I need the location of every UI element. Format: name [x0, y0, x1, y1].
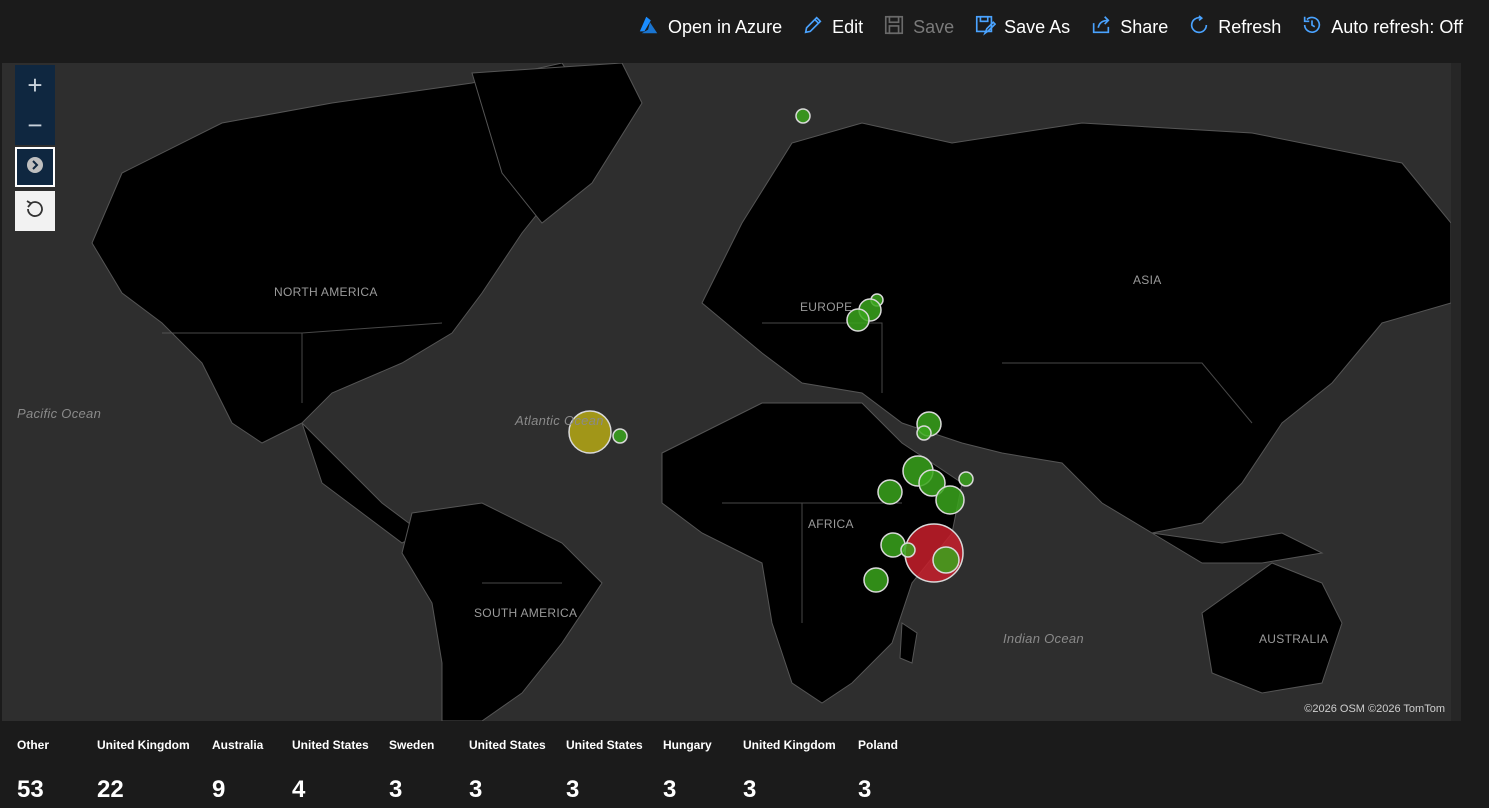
share-icon: [1090, 14, 1112, 41]
pencil-icon: [802, 14, 824, 41]
map[interactable]: NORTH AMERICA EUROPE ASIA AFRICA SOUTH A…: [2, 63, 1451, 721]
tile-value: 22: [97, 776, 124, 803]
zoom-in-button[interactable]: +: [15, 65, 55, 105]
open-in-azure-button[interactable]: Open in Azure: [628, 0, 792, 54]
edit-label: Edit: [832, 16, 864, 37]
rotate-reset-icon: [23, 197, 47, 226]
auto-refresh-label: Auto refresh: Off: [1331, 16, 1463, 37]
map-bubble[interactable]: [863, 567, 889, 593]
reset-view-button[interactable]: [15, 191, 55, 231]
open-in-azure-label: Open in Azure: [668, 16, 783, 37]
refresh-icon: [1188, 14, 1210, 41]
australia-landmass: [1201, 562, 1343, 694]
tile-label: Other: [17, 738, 50, 752]
edit-button[interactable]: Edit: [792, 0, 873, 54]
history-icon: [1301, 14, 1323, 41]
map-bubble[interactable]: [900, 542, 916, 558]
tile-value: 3: [469, 776, 483, 803]
tile-value: 4: [292, 776, 306, 803]
tile-label: United Kingdom: [97, 738, 190, 752]
tile-value: 3: [743, 776, 757, 803]
map-label-asia: ASIA: [1133, 273, 1162, 287]
auto-refresh-button[interactable]: Auto refresh: Off: [1291, 0, 1473, 54]
map-label-atlantic: Atlantic Ocean: [515, 413, 604, 428]
tile-label: Poland: [858, 738, 899, 752]
map-style-button[interactable]: [15, 147, 55, 187]
map-bubble[interactable]: [932, 546, 960, 574]
tile-label: United Kingdom: [743, 738, 836, 752]
plus-icon: +: [27, 69, 43, 100]
madagascar-landmass: [899, 622, 918, 664]
tile-value: 3: [858, 776, 872, 803]
map-scrollbar[interactable]: [1451, 63, 1461, 721]
save-label: Save: [913, 16, 955, 37]
share-label: Share: [1120, 16, 1169, 37]
tile-value: 3: [663, 776, 677, 803]
world-map-canvas[interactable]: [2, 63, 1451, 721]
tile-label: United States: [566, 738, 643, 752]
map-bubble[interactable]: [612, 428, 628, 444]
tile-label: United States: [292, 738, 369, 752]
toolbar: Open in Azure Edit Save Save As Share Re…: [628, 0, 1489, 54]
map-label-south-america: SOUTH AMERICA: [474, 606, 578, 620]
tile-label: Hungary: [663, 738, 712, 752]
central-america-landmass: [301, 422, 423, 544]
tile-label: Australia: [212, 738, 264, 752]
refresh-label: Refresh: [1218, 16, 1282, 37]
save-as-label: Save As: [1004, 16, 1071, 37]
tile-value: 53: [17, 776, 44, 803]
floppy-icon: [883, 14, 905, 41]
share-button[interactable]: Share: [1080, 0, 1178, 54]
map-bubble[interactable]: [795, 108, 811, 124]
map-label-africa: AFRICA: [808, 517, 854, 531]
style-picker-icon: [26, 156, 44, 179]
map-label-pacific: Pacific Ocean: [17, 406, 102, 421]
refresh-button[interactable]: Refresh: [1178, 0, 1291, 54]
tile-label: Sweden: [389, 738, 435, 752]
map-attribution: ©2026 OSM ©2026 TomTom: [1304, 703, 1445, 715]
map-label-north-america: NORTH AMERICA: [274, 285, 378, 299]
map-bubble[interactable]: [958, 471, 974, 487]
map-label-australia: AUSTRALIA: [1259, 632, 1329, 646]
azure-icon: [638, 14, 660, 41]
map-bubble[interactable]: [877, 479, 903, 505]
tile-value: 3: [566, 776, 580, 803]
minus-icon: −: [27, 109, 43, 140]
tile-value: 9: [212, 776, 226, 803]
map-bubble[interactable]: [916, 425, 932, 441]
zoom-out-button[interactable]: −: [15, 105, 55, 145]
save-button[interactable]: Save: [873, 0, 964, 54]
save-as-button[interactable]: Save As: [964, 0, 1080, 54]
tile-label: United States: [469, 738, 546, 752]
map-label-indian: Indian Ocean: [1003, 631, 1084, 646]
southeast-asia-islands: [1151, 532, 1324, 564]
tile-value: 3: [389, 776, 403, 803]
map-label-europe: EUROPE: [800, 300, 853, 314]
map-bubble[interactable]: [935, 485, 965, 515]
save-as-icon: [974, 14, 997, 41]
country-tiles: Other 53 United Kingdom 22 Australia 9 U…: [0, 722, 1489, 808]
